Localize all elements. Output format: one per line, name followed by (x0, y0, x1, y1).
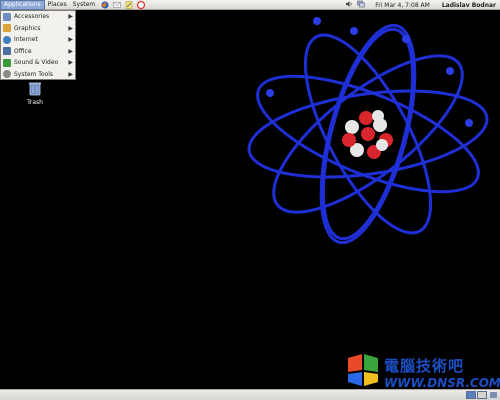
wallpaper-atom (247, 17, 489, 245)
show-desktop-icon[interactable] (490, 392, 497, 398)
workspace-1[interactable] (466, 391, 476, 399)
workspace-2[interactable] (477, 391, 487, 399)
watermark-logo (346, 352, 380, 390)
watermark-url-text: WWW.DNSR.COM (384, 376, 500, 390)
watermark-cn-text: 電腦技術吧 (384, 357, 465, 375)
bottom-panel (0, 389, 500, 400)
